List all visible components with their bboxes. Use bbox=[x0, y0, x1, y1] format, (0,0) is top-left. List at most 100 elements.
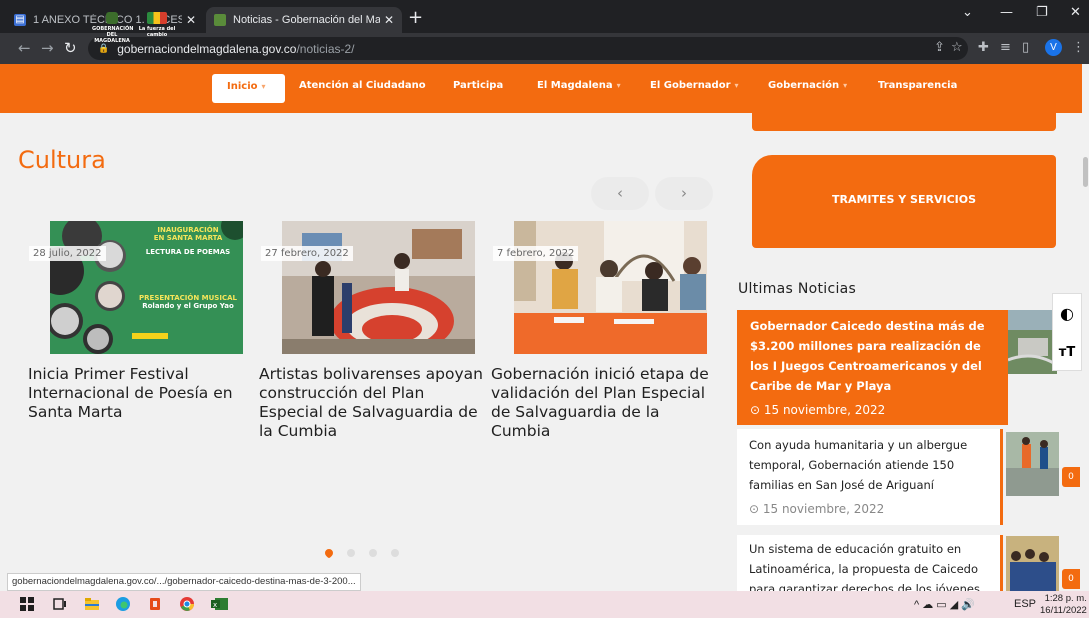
url-host: gobernaciondelmagdalena.gov.co bbox=[117, 41, 297, 56]
carousel-next-button[interactable]: › bbox=[655, 177, 713, 210]
browser-menu-icon[interactable]: ⋮ bbox=[1072, 40, 1085, 55]
reload-icon[interactable]: ↻ bbox=[64, 40, 77, 56]
excel-icon[interactable]: x bbox=[211, 597, 229, 611]
profile-avatar[interactable]: V bbox=[1045, 39, 1062, 56]
news-date: ⊙ 15 noviembre, 2022 bbox=[749, 502, 885, 516]
menu-label: Atención al Ciudadano bbox=[299, 80, 426, 91]
cumbia-dancers-photo bbox=[282, 221, 475, 354]
carousel-prev-button[interactable]: ‹ bbox=[591, 177, 649, 210]
menu-label: Gobernación bbox=[768, 80, 840, 91]
news-title[interactable]: Gobernador Caicedo destina más de $3.200… bbox=[750, 316, 996, 396]
menu-label: El Magdalena bbox=[537, 80, 613, 91]
restore-button[interactable]: ❐ bbox=[1036, 5, 1048, 20]
chrome-icon[interactable] bbox=[180, 597, 194, 611]
card-image-gobernacion[interactable] bbox=[514, 221, 707, 354]
back-arrow-icon[interactable]: ← bbox=[18, 40, 31, 56]
gobernacion-logo[interactable]: GOBERNACIÓN DEL MAGDALENA bbox=[92, 12, 134, 44]
close-window-button[interactable]: ✕ bbox=[1070, 5, 1081, 20]
chevron-down-icon: ▾ bbox=[734, 81, 739, 90]
campaign-mark-icon bbox=[147, 12, 167, 24]
contrast-icon[interactable]: ◐ bbox=[1053, 294, 1081, 333]
minimize-button[interactable]: — bbox=[1000, 5, 1013, 20]
menu-item-gobernacion[interactable]: Gobernación ▾ bbox=[768, 80, 847, 96]
aerial-photo bbox=[1008, 310, 1057, 374]
tramites-servicios-button[interactable]: TRAMITES Y SERVICIOS bbox=[752, 155, 1056, 248]
news-item-featured[interactable]: Gobernador Caicedo destina más de $3.200… bbox=[737, 310, 1008, 425]
edge-browser-icon[interactable] bbox=[116, 597, 130, 611]
carousel-dot[interactable] bbox=[391, 549, 399, 557]
news-thumbnail[interactable] bbox=[1006, 536, 1059, 591]
system-tray-icons[interactable]: ^ ☁ ▭ ◢ 🔊 bbox=[914, 598, 975, 611]
flood-photo bbox=[1006, 432, 1059, 496]
windows-start-icon[interactable] bbox=[20, 597, 34, 611]
menu-item-el-magdalena[interactable]: El Magdalena ▾ bbox=[537, 80, 621, 96]
card-title-artistas[interactable]: Artistas bolivarenses apoyan construcció… bbox=[259, 365, 484, 441]
bookmark-star-icon[interactable]: ☆ bbox=[951, 40, 963, 55]
news-title[interactable]: Un sistema de educación gratuito en Lati… bbox=[749, 539, 988, 591]
address-bar[interactable]: 🔒 gobernaciondelmagdalena.gov.co/noticia… bbox=[88, 37, 968, 60]
word-doc-icon: ▤ bbox=[14, 14, 26, 26]
url-path: /noticias-2/ bbox=[296, 41, 355, 56]
text-size-icon[interactable]: тT bbox=[1053, 333, 1081, 372]
card-title-gobernacion[interactable]: Gobernación inició etapa de validación d… bbox=[491, 365, 716, 441]
menu-label: Participa bbox=[453, 80, 504, 91]
extensions-puzzle-icon[interactable]: ✚ bbox=[978, 40, 989, 55]
side-panel-icon[interactable]: ▯ bbox=[1022, 40, 1029, 55]
card-image-poesia[interactable]: INAUGURACIÓN EN SANTA MARTA LECTURA DE P… bbox=[50, 221, 243, 354]
tab-close-icon[interactable]: ✕ bbox=[384, 13, 394, 27]
menu-item-inicio-label[interactable]: Inicio ▾ bbox=[227, 81, 266, 92]
poster-band: Rolando y el Grupo Yao bbox=[142, 302, 234, 310]
scrollbar-thumb[interactable] bbox=[1083, 157, 1088, 187]
logo-campaign-text: La fuerza del cambio bbox=[138, 26, 176, 38]
reading-list-icon[interactable]: ≡ bbox=[1000, 40, 1011, 55]
link-status-bar: gobernaciondelmagdalena.gov.co/.../gober… bbox=[7, 573, 361, 591]
menu-label: Transparencia bbox=[878, 80, 958, 91]
menu-item-el-gobernador[interactable]: El Gobernador ▾ bbox=[650, 80, 739, 96]
news-item[interactable]: Un sistema de educación gratuito en Lati… bbox=[737, 535, 1003, 591]
news-thumbnail[interactable] bbox=[1006, 432, 1059, 496]
menu-item-transparencia[interactable]: Transparencia bbox=[878, 80, 957, 96]
sidebar-banner-top[interactable] bbox=[752, 113, 1056, 131]
campaign-logo[interactable]: La fuerza del cambio bbox=[136, 12, 178, 38]
task-view-icon[interactable] bbox=[53, 597, 67, 611]
tab-title: Noticias - Gobernación del Mag bbox=[233, 14, 380, 26]
tab-search-icon[interactable]: ⌄ bbox=[962, 5, 973, 20]
news-date: ⊙ 15 noviembre, 2022 bbox=[750, 403, 886, 417]
poster-heading-1: INAUGURACIÓN bbox=[157, 226, 219, 234]
card-date: 27 febrero, 2022 bbox=[261, 246, 353, 261]
carousel-dot[interactable] bbox=[369, 549, 377, 557]
browser-tab-noticias[interactable]: Noticias - Gobernación del Mag ✕ bbox=[206, 7, 402, 33]
menu-label: Inicio bbox=[227, 81, 258, 92]
language-indicator[interactable]: ESP bbox=[1014, 598, 1036, 610]
news-title[interactable]: Con ayuda humanitaria y un albergue temp… bbox=[749, 435, 988, 495]
tab-close-icon[interactable]: ✕ bbox=[186, 13, 196, 27]
poster-text: INAUGURACIÓN EN SANTA MARTA LECTURA DE P… bbox=[135, 226, 241, 310]
forward-arrow-icon[interactable]: → bbox=[41, 40, 54, 56]
clock-date: 16/11/2022 bbox=[1040, 605, 1087, 616]
taskbar-clock[interactable]: 1:28 p. m. 16/11/2022 bbox=[1040, 593, 1087, 617]
poster-heading-2: EN SANTA MARTA bbox=[153, 234, 223, 242]
share-icon[interactable]: ⇪ bbox=[934, 40, 945, 55]
menu-item-atencion[interactable]: Atención al Ciudadano bbox=[299, 80, 426, 96]
news-item[interactable]: Con ayuda humanitaria y un albergue temp… bbox=[737, 429, 1003, 525]
chevron-down-icon: ▾ bbox=[616, 81, 621, 90]
chevron-down-icon: ▾ bbox=[843, 81, 848, 90]
carousel-dot-active[interactable] bbox=[323, 547, 335, 559]
news-thumbnail[interactable] bbox=[1008, 310, 1057, 374]
gobernacion-favicon-icon bbox=[214, 14, 226, 26]
card-image-artistas[interactable] bbox=[282, 221, 475, 354]
card-title-poesia[interactable]: Inicia Primer Festival Internacional de … bbox=[28, 365, 253, 422]
office-icon[interactable] bbox=[148, 597, 162, 611]
carousel-dot[interactable] bbox=[347, 549, 355, 557]
menu-item-participa[interactable]: Participa bbox=[453, 80, 503, 96]
logo-gov-text: GOBERNACIÓN DEL MAGDALENA bbox=[92, 26, 134, 44]
page-scrollbar[interactable] bbox=[1082, 64, 1089, 591]
card-date: 28 julio, 2022 bbox=[29, 246, 106, 261]
card-date: 7 febrero, 2022 bbox=[493, 246, 579, 261]
carousel-dots bbox=[323, 547, 399, 559]
seal-icon bbox=[106, 12, 118, 24]
comment-count-badge: 0 bbox=[1062, 467, 1080, 487]
new-tab-button[interactable]: + bbox=[408, 8, 423, 28]
poster-music: PRESENTACIÓN MUSICAL bbox=[139, 294, 237, 302]
file-explorer-icon[interactable] bbox=[85, 597, 99, 611]
